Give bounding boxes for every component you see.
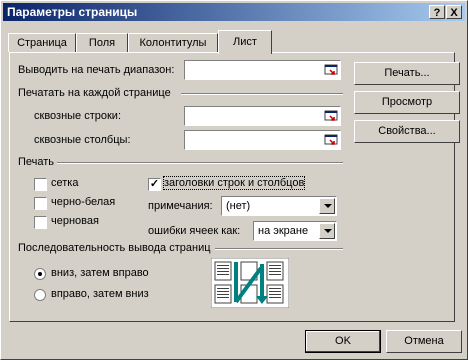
preview-button[interactable]: Просмотр bbox=[354, 91, 460, 114]
rows-to-repeat-field[interactable] bbox=[184, 106, 341, 126]
cols-to-repeat-field[interactable] bbox=[184, 130, 341, 150]
tab-label: Лист bbox=[233, 36, 257, 48]
over-then-down-radio bbox=[34, 289, 46, 301]
print-titles-group-label: Печатать на каждой странице bbox=[18, 87, 171, 99]
black-white-checkbox[interactable] bbox=[34, 197, 47, 210]
properties-button[interactable]: Свойства... bbox=[354, 120, 460, 143]
cell-errors-select[interactable]: на экране bbox=[253, 221, 337, 241]
rows-to-repeat-label: сквозные строки: bbox=[34, 110, 122, 122]
ok-button-label: OK bbox=[335, 335, 351, 347]
down-then-over-label[interactable]: вниз, затем вправо bbox=[51, 267, 149, 279]
print-area-field[interactable] bbox=[184, 60, 341, 80]
window-title: Параметры страницы bbox=[7, 5, 138, 19]
draft-checkbox[interactable] bbox=[34, 216, 47, 229]
comments-label: примечания: bbox=[148, 200, 213, 212]
radio-dot bbox=[38, 272, 42, 276]
cell-errors-value: на экране bbox=[258, 225, 309, 237]
print-button-label: Печать... bbox=[384, 67, 430, 79]
separator bbox=[57, 162, 343, 164]
tab-label: Страница bbox=[17, 37, 67, 49]
cancel-button[interactable]: Отмена bbox=[386, 330, 462, 353]
gridlines-label[interactable]: сетка bbox=[51, 177, 78, 189]
page-order-preview-icon bbox=[211, 258, 289, 308]
print-button[interactable]: Печать... bbox=[354, 62, 460, 85]
draft-label[interactable]: черновая bbox=[51, 215, 99, 227]
page-order-group-label: Последовательность вывода страниц bbox=[18, 242, 211, 254]
tab-header-footer[interactable]: Колонтитулы bbox=[128, 33, 218, 52]
title-bar: Параметры страницы ? X bbox=[3, 3, 465, 21]
collapse-dialog-icon[interactable] bbox=[324, 133, 338, 147]
page-setup-dialog: Параметры страницы ? X Страница Поля Кол… bbox=[0, 0, 468, 360]
separator bbox=[181, 93, 343, 95]
close-button[interactable]: X bbox=[446, 5, 462, 19]
chevron-down-icon[interactable] bbox=[319, 223, 335, 239]
comments-value: (нет) bbox=[226, 200, 251, 212]
separator bbox=[215, 248, 343, 250]
help-button[interactable]: ? bbox=[429, 5, 445, 19]
tab-label: Колонтитулы bbox=[139, 37, 207, 49]
gridlines-checkbox[interactable] bbox=[34, 178, 47, 191]
print-area-label: Выводить на печать диапазон: bbox=[18, 64, 175, 76]
tab-margins[interactable]: Поля bbox=[76, 33, 128, 52]
chevron-down-icon[interactable] bbox=[319, 198, 335, 214]
over-then-down-label[interactable]: вправо, затем вниз bbox=[51, 288, 149, 300]
cancel-button-label: Отмена bbox=[404, 335, 444, 347]
tab-sheet[interactable]: Лист bbox=[218, 30, 272, 54]
comments-select[interactable]: (нет) bbox=[221, 196, 337, 216]
cols-to-repeat-label: сквозные столбцы: bbox=[34, 134, 131, 146]
row-col-headings-checkbox[interactable]: ✓ bbox=[148, 178, 161, 191]
tab-label: Поля bbox=[88, 37, 116, 49]
row-col-headings-label[interactable]: заголовки строк и столбцов bbox=[162, 176, 306, 190]
properties-button-label: Свойства... bbox=[378, 125, 436, 137]
tab-page[interactable]: Страница bbox=[8, 33, 76, 52]
collapse-dialog-icon[interactable] bbox=[324, 109, 338, 123]
cell-errors-label: ошибки ячеек как: bbox=[148, 225, 241, 237]
black-white-label[interactable]: черно-белая bbox=[51, 196, 115, 208]
preview-button-label: Просмотр bbox=[381, 96, 433, 108]
collapse-dialog-icon[interactable] bbox=[324, 63, 338, 77]
print-group-label: Печать bbox=[18, 156, 55, 168]
ok-button[interactable]: OK bbox=[305, 330, 381, 353]
down-then-over-radio[interactable] bbox=[34, 268, 46, 280]
